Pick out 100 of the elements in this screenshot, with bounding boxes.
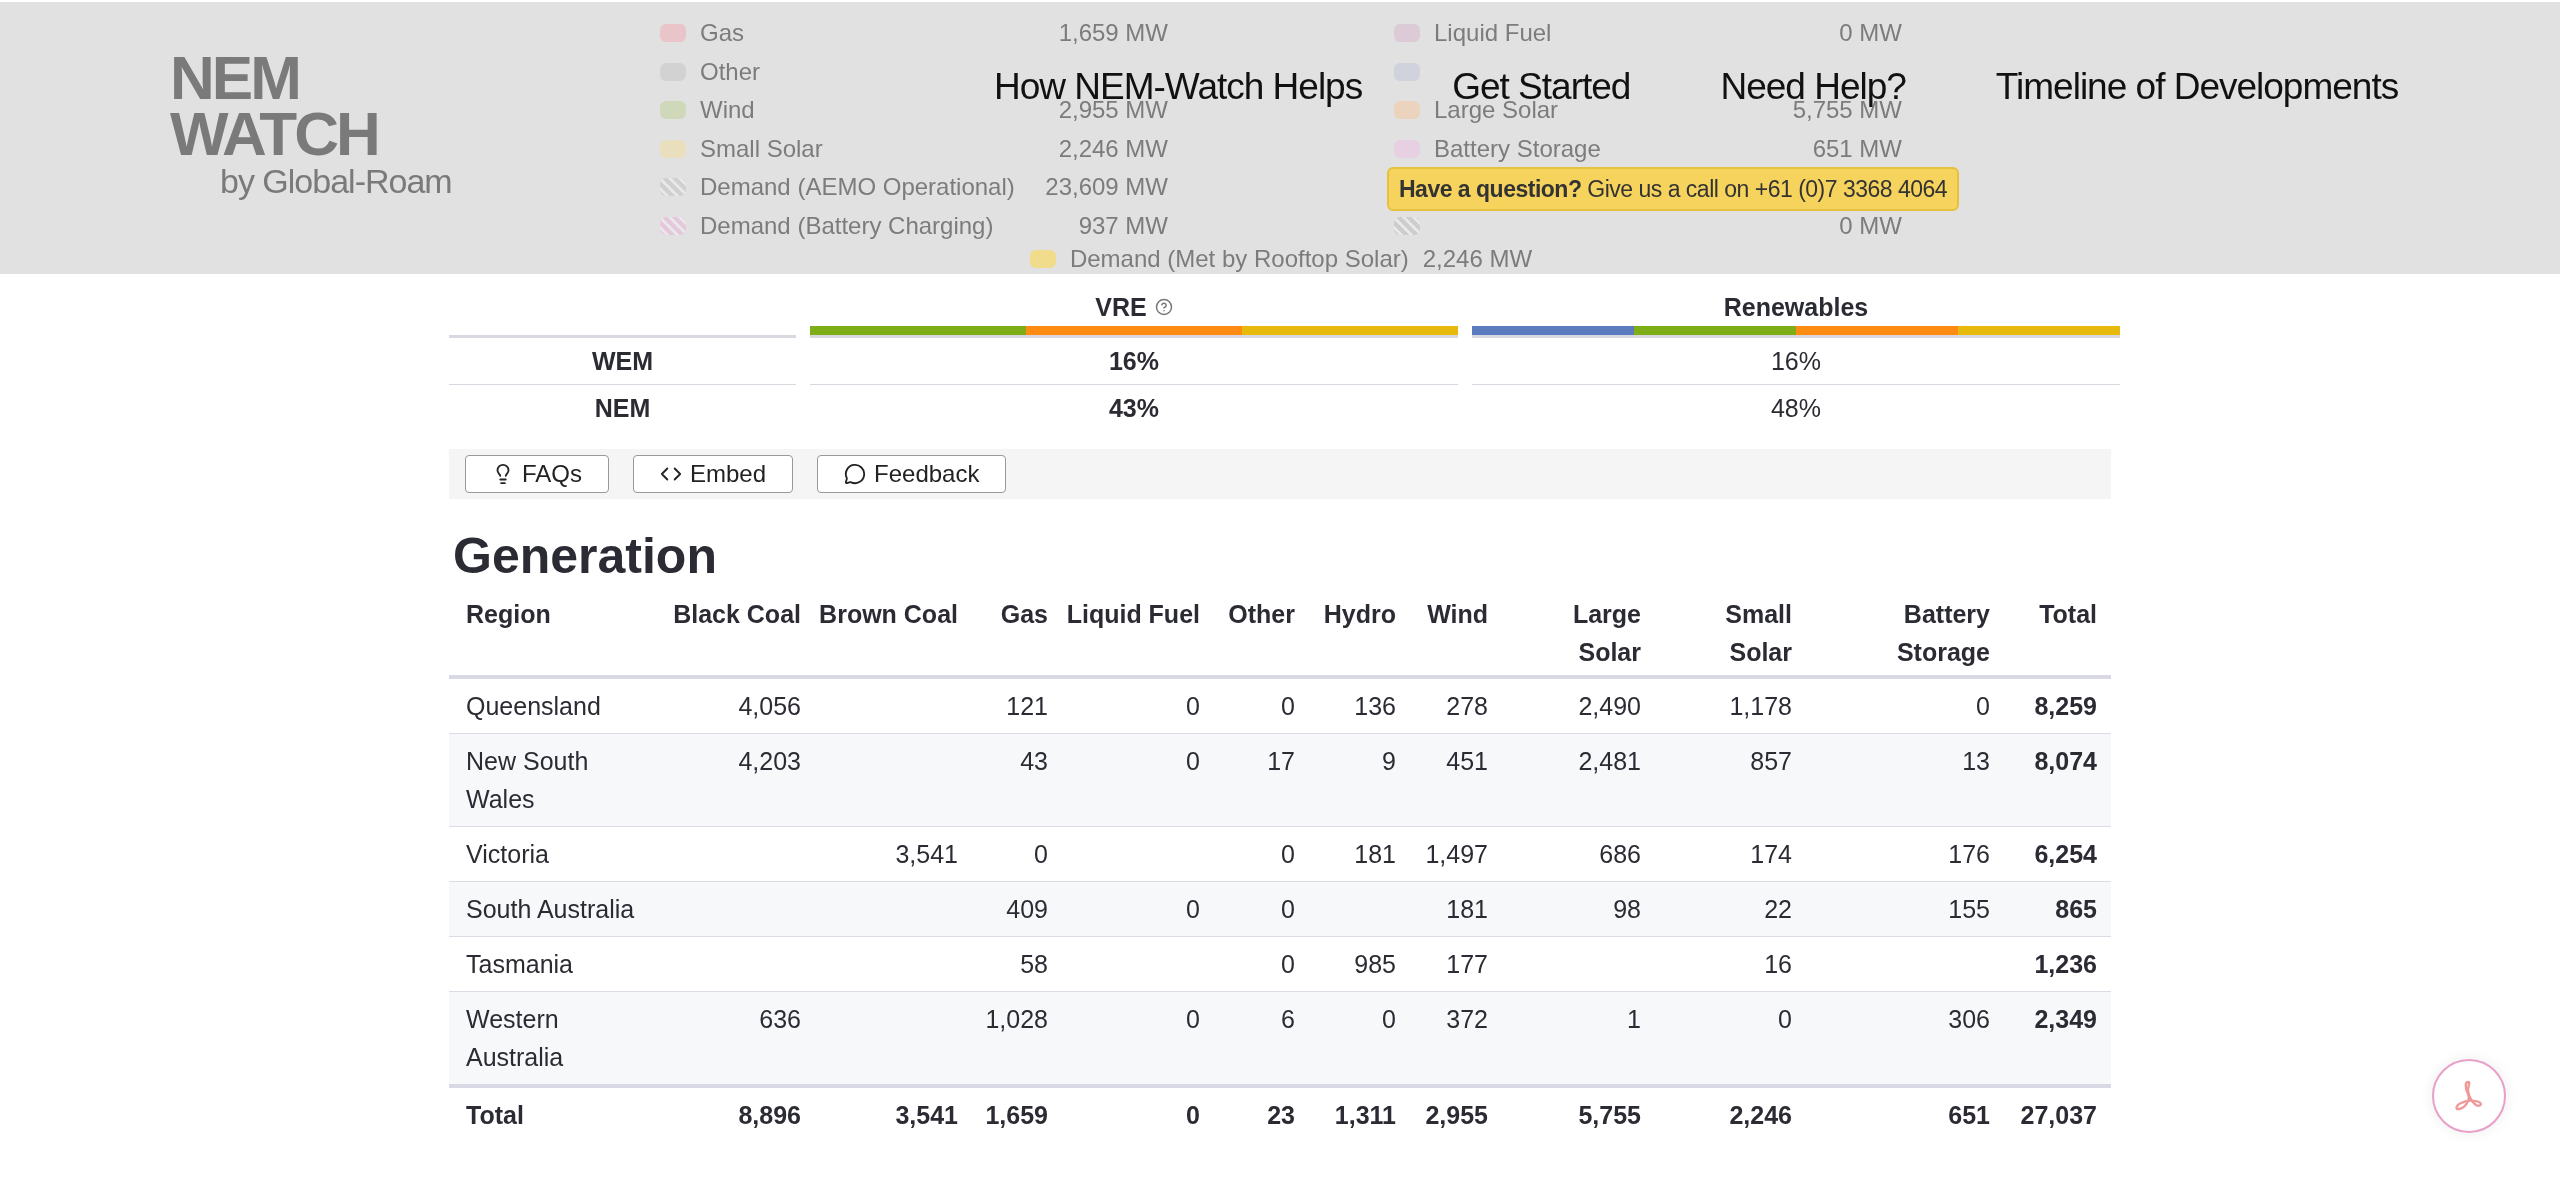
table-cell: 0 (1214, 826, 1309, 882)
column-header: VRE (1095, 292, 1147, 322)
legend-value: 23,609 MW (1045, 173, 1168, 202)
table-cell: 13 (1806, 733, 2004, 827)
total-cell: 5,755 (1502, 1086, 1655, 1142)
table-cell: 8,259 (2004, 677, 2111, 734)
table-cell: 0 (1806, 677, 2004, 734)
legend-label: Liquid Fuel (1434, 19, 1553, 48)
table-cell: 1,497 (1410, 826, 1502, 882)
table-cell: 372 (1410, 991, 1502, 1086)
table-cell: 865 (2004, 881, 2111, 937)
table-cell: 0 (1655, 991, 1806, 1086)
legend-label: Wind (700, 96, 756, 125)
table-cell: 0 (1214, 677, 1309, 734)
nav-link[interactable]: Timeline of Developments (1995, 68, 2399, 105)
table-cell: 2,490 (1502, 677, 1655, 734)
total-cell: 23 (1214, 1086, 1309, 1142)
table-cell: 0 (1062, 991, 1214, 1086)
table-cell: Queensland (449, 677, 669, 734)
table-cell: 306 (1806, 991, 2004, 1086)
table-cell: 155 (1806, 881, 2004, 937)
table-cell: 3,541 (815, 826, 972, 882)
legend-value: 651 MW (1812, 134, 1902, 163)
table-cell: 17 (1214, 733, 1309, 827)
table-cell: 0 (1062, 677, 1214, 734)
table-cell: 6 (1214, 991, 1309, 1086)
contact-banner: Have a question? Give us a call on +61 (0)7 3368 4064 (1387, 167, 1960, 211)
legend-label: Other (700, 57, 762, 86)
table-cell: 8,074 (2004, 733, 2111, 827)
total-cell: 1,311 (1309, 1086, 1410, 1142)
total-cell: 3,541 (815, 1086, 972, 1142)
total-cell: 27,037 (2004, 1086, 2111, 1142)
section-title: Generation (453, 527, 718, 585)
legend-value: 937 MW (1078, 211, 1168, 240)
table-cell: 985 (1309, 936, 1410, 992)
table-cell: 43 (972, 733, 1062, 827)
legend-label: Small Solar (700, 134, 824, 163)
legend-value: 1,659 MW (1058, 19, 1168, 48)
table-cell: 58 (972, 936, 1062, 992)
total-cell: Total (449, 1086, 669, 1142)
legend-value: 0 MW (1839, 19, 1902, 48)
table-cell: 0 (972, 826, 1062, 882)
table-cell: 22 (1655, 881, 1806, 937)
table-cell: 177 (1410, 936, 1502, 992)
table-cell: 1,178 (1655, 677, 1806, 734)
table-cell: 181 (1410, 881, 1502, 937)
total-cell: 1,659 (972, 1086, 1062, 1142)
table-cell: 16% (1472, 335, 2120, 384)
table-cell: 857 (1655, 733, 1806, 827)
table-cell: 2,481 (1502, 733, 1655, 827)
help-icon[interactable] (1154, 298, 1173, 316)
row-header: NEM (449, 384, 796, 431)
total-cell: 8,896 (669, 1086, 815, 1142)
column-header: Renewables (1723, 292, 1869, 322)
table-cell: 636 (669, 991, 815, 1086)
table-cell: 48% (1472, 384, 2120, 431)
table-cell: 2,349 (2004, 991, 2111, 1086)
speech-bubble-icon (844, 463, 867, 485)
table-cell: 174 (1655, 826, 1806, 882)
table-cell: Western Australia (449, 991, 669, 1086)
table-cell: 176 (1806, 826, 2004, 882)
table-cell: 16% (810, 335, 1458, 384)
legend-label: Demand (Met by Rooftop Solar) (1069, 245, 1409, 273)
legend-label: Demand (AEMO Operational) (700, 173, 1016, 202)
table-cell: 409 (972, 881, 1062, 937)
total-cell: 651 (1806, 1086, 2004, 1142)
row-header: WEM (449, 335, 796, 384)
table-cell: 121 (972, 677, 1062, 734)
table-cell: 1,028 (972, 991, 1062, 1086)
legend-label: Gas (700, 19, 745, 48)
table-cell: 4,203 (669, 733, 815, 827)
table-cell: 686 (1502, 826, 1655, 882)
table-cell: 0 (1062, 881, 1214, 937)
table-cell: South Australia (449, 881, 669, 937)
table-cell: 181 (1309, 826, 1410, 882)
table-cell: 43% (810, 384, 1458, 431)
table-cell: 6,254 (2004, 826, 2111, 882)
table-cell: 0 (1062, 733, 1214, 827)
faq-button[interactable]: FAQs (465, 455, 609, 493)
table-cell: 98 (1502, 881, 1655, 937)
table-cell: 0 (1309, 991, 1410, 1086)
table-cell: 451 (1410, 733, 1502, 827)
legend-label: Battery Storage (1434, 134, 1602, 163)
table-cell: 9 (1309, 733, 1410, 827)
feedback-button[interactable]: Feedback (817, 455, 1007, 493)
table-cell: 0 (1214, 881, 1309, 937)
table-cell: 16 (1655, 936, 1806, 992)
embed-button[interactable]: Embed (633, 455, 794, 493)
table-cell: 278 (1410, 677, 1502, 734)
table-cell: 4,056 (669, 677, 815, 734)
table-cell: 1 (1502, 991, 1655, 1086)
legend-value: 2,246 MW (1422, 245, 1533, 273)
logo-top-word: NEM (170, 50, 300, 106)
table-cell: Victoria (449, 826, 669, 882)
legend-label: Demand (Battery Charging) (700, 211, 995, 240)
table-cell: 0 (1214, 936, 1309, 992)
legend-value: 0 MW (1839, 211, 1902, 240)
total-cell: 2,246 (1655, 1086, 1806, 1142)
legend-value: 2,246 MW (1058, 134, 1168, 163)
table-cell: 136 (1309, 677, 1410, 734)
